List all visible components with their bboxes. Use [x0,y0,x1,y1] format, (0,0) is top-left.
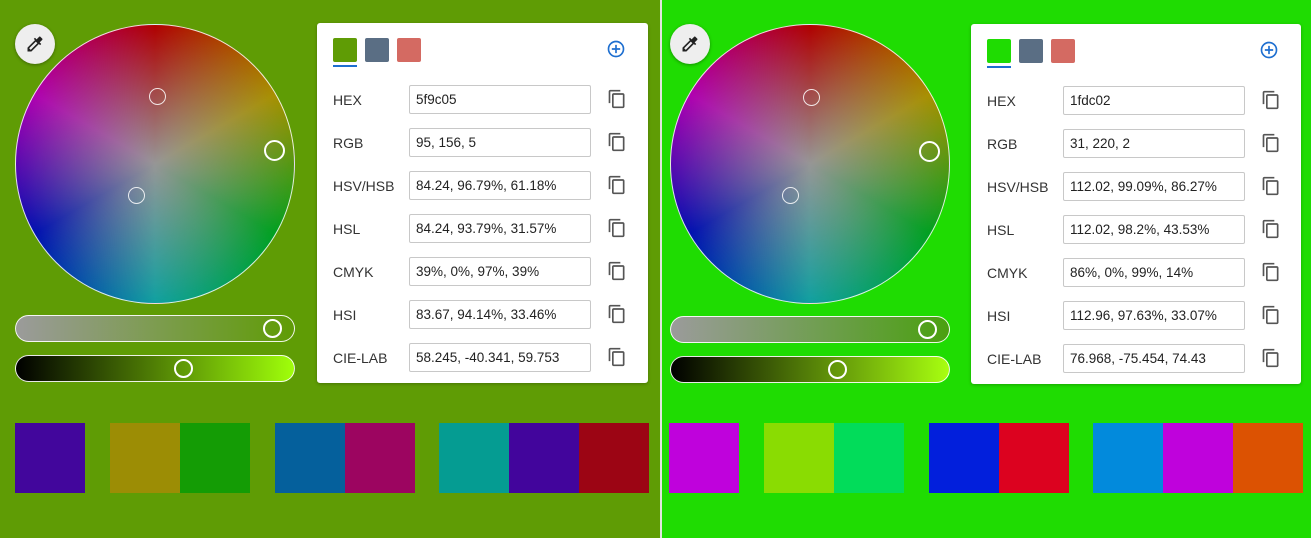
swatch-secondary-2[interactable] [1051,39,1075,63]
palette-swatch[interactable] [1093,423,1163,493]
eyedropper-button[interactable] [15,24,55,64]
color-wheel[interactable] [15,24,295,304]
hsv-hsb-input[interactable] [409,171,591,200]
palette-swatch[interactable] [110,423,180,493]
color-pane-right: HEX RGB HSV/HSB HSL CMYK HSI CIE-LAB [662,0,1311,538]
swatch-primary[interactable] [987,39,1011,63]
row-label-hsv-hsb: HSV/HSB [333,178,395,194]
row-label-rgb: RGB [333,135,364,151]
eyedropper-icon [682,36,698,52]
swatch-secondary-1[interactable] [1019,39,1043,63]
wheel-handle-secondary-2[interactable] [128,187,145,204]
swatch-active-indicator [987,66,1011,68]
hsi-input[interactable] [1063,301,1245,330]
palette-swatch[interactable] [345,423,415,493]
palette-swatch[interactable] [180,423,250,493]
copy-icon[interactable] [607,217,627,239]
color-pane-left: HEX RGB HSV/HSB HSL CMYK HSI CIE-LAB [0,0,660,538]
palette-swatch[interactable] [834,423,904,493]
palette-swatch[interactable] [509,423,579,493]
cmyk-input[interactable] [409,257,591,286]
wheel-handle-primary[interactable] [919,141,940,162]
palette-swatch[interactable] [275,423,345,493]
copy-icon[interactable] [607,346,627,368]
row-label-hex: HEX [987,93,1016,109]
palette-swatch[interactable] [929,423,999,493]
rgb-input[interactable] [1063,129,1245,158]
eyedropper-icon [27,36,43,52]
palette-swatch[interactable] [764,423,834,493]
row-label-rgb: RGB [987,136,1018,152]
hsi-input[interactable] [409,300,591,329]
row-label-cmyk: CMYK [333,264,374,280]
row-label-hsv-hsb: HSV/HSB [987,179,1049,195]
color-values-panel: HEX RGB HSV/HSB HSL CMYK HSI CIE-LAB [971,24,1301,384]
palette-swatch[interactable] [669,423,739,493]
hsl-input[interactable] [1063,215,1245,244]
swatch-primary[interactable] [333,38,357,62]
hsv-hsb-input[interactable] [1063,172,1245,201]
palette-swatch[interactable] [579,423,649,493]
eyedropper-button[interactable] [670,24,710,64]
brightness-slider[interactable] [670,356,950,383]
swatch-secondary-2[interactable] [397,38,421,62]
row-label-hsl: HSL [987,222,1015,238]
color-values-panel: HEX RGB HSV/HSB HSL CMYK HSI CIE-LAB [317,23,648,383]
brightness-slider[interactable] [15,355,295,382]
row-label-hex: HEX [333,92,362,108]
saturation-slider-thumb[interactable] [918,320,937,339]
copy-icon[interactable] [607,88,627,110]
add-circle-icon[interactable] [1259,40,1279,60]
color-wheel-surface[interactable] [670,24,950,304]
swatch-active-indicator [333,65,357,67]
copy-icon[interactable] [607,131,627,153]
palette-swatch[interactable] [999,423,1069,493]
saturation-slider-thumb[interactable] [263,319,282,338]
copy-icon[interactable] [1261,347,1281,369]
copy-icon[interactable] [1261,218,1281,240]
palette-swatch[interactable] [15,423,85,493]
palette-swatch[interactable] [1233,423,1303,493]
row-label-hsl: HSL [333,221,361,237]
wheel-handle-secondary-2[interactable] [782,187,799,204]
palette-swatch[interactable] [1163,423,1233,493]
copy-icon[interactable] [607,260,627,282]
copy-icon[interactable] [607,174,627,196]
hex-input[interactable] [409,85,591,114]
cie-lab-input[interactable] [409,343,591,372]
copy-icon[interactable] [1261,304,1281,326]
color-wheel[interactable] [670,24,950,304]
row-label-cmyk: CMYK [987,265,1028,281]
copy-icon[interactable] [1261,132,1281,154]
wheel-handle-secondary-1[interactable] [803,89,820,106]
row-label-cie-lab: CIE-LAB [987,351,1042,367]
add-circle-icon[interactable] [606,39,626,59]
row-label-hsi: HSI [333,307,357,323]
cmyk-input[interactable] [1063,258,1245,287]
palette-swatch[interactable] [439,423,509,493]
brightness-slider-thumb[interactable] [828,360,847,379]
cie-lab-input[interactable] [1063,344,1245,373]
wheel-handle-secondary-1[interactable] [149,88,166,105]
wheel-handle-primary[interactable] [264,140,285,161]
row-label-cie-lab: CIE-LAB [333,350,388,366]
swatch-secondary-1[interactable] [365,38,389,62]
saturation-slider[interactable] [670,316,950,343]
color-wheel-surface[interactable] [15,24,295,304]
row-label-hsi: HSI [987,308,1011,324]
rgb-input[interactable] [409,128,591,157]
copy-icon[interactable] [1261,89,1281,111]
copy-icon[interactable] [607,303,627,325]
brightness-slider-thumb[interactable] [174,359,193,378]
hex-input[interactable] [1063,86,1245,115]
hsl-input[interactable] [409,214,591,243]
copy-icon[interactable] [1261,261,1281,283]
saturation-slider[interactable] [15,315,295,342]
copy-icon[interactable] [1261,175,1281,197]
